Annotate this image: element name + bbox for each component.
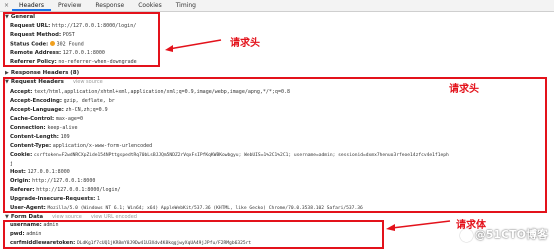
annotation-arrow-icon <box>386 220 451 231</box>
devtools-tab-bar: × Headers Preview Response Cookies Timin… <box>0 0 554 12</box>
annotation-request-header-1: 请求头 <box>230 38 260 49</box>
form-data-highlight-box <box>3 220 384 249</box>
general-highlight-box <box>3 12 160 67</box>
expand-triangle-icon: ▶ <box>5 70 9 76</box>
tab-cookies[interactable]: Cookies <box>131 0 169 11</box>
annotation-arrow-icon <box>165 39 222 52</box>
tab-response[interactable]: Response <box>88 0 131 11</box>
request-headers-highlight-box <box>3 77 547 213</box>
tab-preview[interactable]: Preview <box>51 0 88 11</box>
annotation-request-header-2: 请求头 <box>449 84 479 95</box>
close-panel-icon[interactable]: × <box>0 0 12 11</box>
watermark: @51CTO博客 <box>459 226 548 242</box>
watermark-logo-icon <box>459 228 473 242</box>
tab-headers[interactable]: Headers <box>12 0 52 11</box>
tab-timing[interactable]: Timing <box>169 0 203 11</box>
response-headers-section-header[interactable]: ▶ Response Headers (8) <box>5 70 79 76</box>
